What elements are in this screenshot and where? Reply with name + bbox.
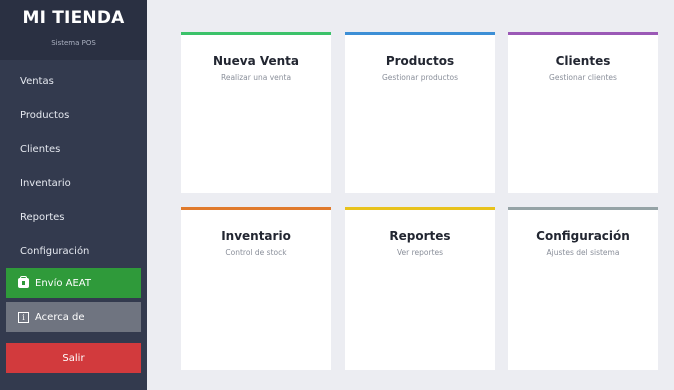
card-description: Ajustes del sistema	[546, 248, 620, 257]
card-title: Nueva Venta	[213, 54, 299, 68]
info-icon: i	[18, 311, 29, 323]
sidebar-item-configuracion[interactable]: Configuración	[0, 236, 147, 266]
aeat-send-button[interactable]: Envío AEAT	[6, 268, 141, 298]
about-button-label: Acerca de	[35, 311, 85, 323]
sidebar-item-inventario[interactable]: Inventario	[0, 168, 147, 198]
card-nueva-venta[interactable]: Nueva Venta Realizar una venta	[181, 32, 331, 193]
card-title: Configuración	[536, 229, 630, 243]
card-title: Reportes	[389, 229, 451, 243]
card-description: Ver reportes	[396, 248, 444, 257]
brand-subtitle: Sistema POS	[51, 39, 96, 47]
exit-button[interactable]: Salir	[6, 343, 141, 373]
exit-button-label: Salir	[62, 352, 85, 364]
card-clientes[interactable]: Clientes Gestionar clientes	[508, 32, 658, 193]
sidebar: MI TIENDA Sistema POS Ventas Productos C…	[0, 0, 147, 390]
sidebar-item-label: Clientes	[20, 143, 61, 155]
clipboard-icon	[18, 276, 29, 288]
sidebar-item-label: Configuración	[20, 245, 90, 257]
sidebar-item-label: Ventas	[20, 75, 54, 87]
sidebar-item-productos[interactable]: Productos	[0, 100, 147, 130]
brand-title: MI TIENDA	[22, 8, 125, 28]
card-description: Gestionar clientes	[549, 73, 617, 82]
card-productos[interactable]: Productos Gestionar productos	[345, 32, 495, 193]
card-title: Inventario	[221, 229, 291, 243]
card-title: Productos	[385, 54, 455, 68]
brand-header: MI TIENDA Sistema POS	[0, 0, 147, 60]
card-reportes[interactable]: Reportes Ver reportes	[345, 207, 495, 370]
about-button[interactable]: i Acerca de	[6, 302, 141, 332]
sidebar-item-ventas[interactable]: Ventas	[0, 66, 147, 96]
sidebar-item-label: Productos	[20, 109, 70, 121]
card-configuracion[interactable]: Configuración Ajustes del sistema	[508, 207, 658, 370]
card-inventario[interactable]: Inventario Control de stock	[181, 207, 331, 370]
sidebar-item-label: Reportes	[20, 211, 65, 223]
card-description: Control de stock	[225, 248, 287, 257]
sidebar-item-clientes[interactable]: Clientes	[0, 134, 147, 164]
sidebar-item-reportes[interactable]: Reportes	[0, 202, 147, 232]
aeat-button-label: Envío AEAT	[35, 277, 91, 289]
card-title: Clientes	[555, 54, 611, 68]
card-description: Gestionar productos	[381, 73, 459, 82]
sidebar-item-label: Inventario	[20, 177, 71, 189]
card-description: Realizar una venta	[220, 73, 292, 82]
